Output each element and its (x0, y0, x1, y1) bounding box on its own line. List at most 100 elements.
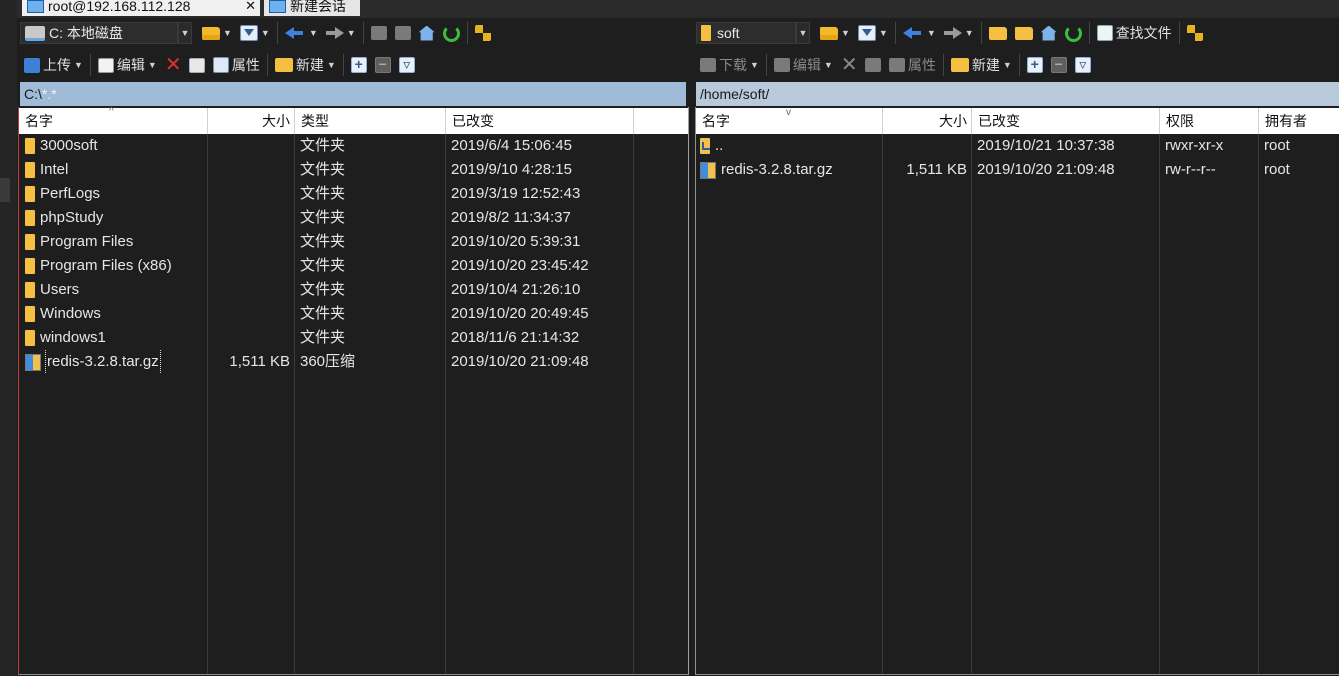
new-button[interactable]: 新建 ▼ (271, 53, 340, 77)
list-item[interactable]: phpStudy 文件夹 2019/8/2 11:34:37 (19, 206, 688, 230)
list-item[interactable]: redis-3.2.8.tar.gz 1,511 KB 360压缩 2019/10/2… (19, 350, 688, 374)
list-item[interactable]: .. 2019/10/21 10:37:38 rwxr-xr-x root (696, 134, 1339, 158)
properties-button[interactable]: 属性 (209, 53, 264, 77)
parent-dir-button[interactable] (985, 21, 1011, 45)
delete-button[interactable]: ✕ (161, 53, 185, 77)
list-item[interactable]: Windows 文件夹 2019/10/20 20:49:45 (19, 302, 688, 326)
file-name: Users (40, 281, 80, 298)
back-button[interactable]: ▼ (281, 21, 322, 45)
refresh-button[interactable] (1061, 21, 1086, 45)
back-button[interactable]: ▼ (899, 21, 940, 45)
remote-folder-dropdown-button[interactable]: ▼ (796, 22, 810, 44)
select-all-button[interactable]: + (1023, 53, 1047, 77)
root-dir-button[interactable] (391, 21, 415, 45)
column-header-permissions[interactable]: 权限 (1160, 108, 1259, 134)
chevron-down-icon: ▼ (841, 28, 850, 38)
bookmarks-button[interactable] (1183, 21, 1207, 45)
edit-button[interactable]: 编辑 ▼ (770, 53, 837, 77)
forward-button[interactable]: ▼ (322, 21, 360, 45)
upload-button[interactable]: 上传 ▼ (20, 53, 87, 77)
select-all-button[interactable]: + (347, 53, 371, 77)
rename-button[interactable] (185, 53, 209, 77)
local-file-list[interactable]: 名字 ^ 大小 类型 已改变 3000soft 文件夹 2019/6/4 15:06:… (18, 106, 689, 675)
column-header-size[interactable]: 大小 (883, 108, 972, 134)
remote-path: /home/soft/ (700, 86, 770, 102)
list-item[interactable]: 3000soft 文件夹 2019/6/4 15:06:45 (19, 134, 688, 158)
refresh-button[interactable] (439, 21, 464, 45)
remote-file-list[interactable]: 名字 v 大小 已改变 权限 拥有者 .. 2019/10/21 10:37:38 r… (695, 107, 1339, 675)
column-header-owner[interactable]: 拥有者 (1259, 108, 1339, 134)
close-icon[interactable]: ✕ (245, 0, 256, 14)
rename-icon (864, 58, 881, 72)
local-path-bar[interactable]: C:\*.* (20, 82, 686, 106)
list-item[interactable]: PerfLogs 文件夹 2019/3/19 12:52:43 (19, 182, 688, 206)
tab-session-root[interactable]: root@192.168.112.128 ✕ (22, 0, 260, 16)
list-item[interactable]: Intel 文件夹 2019/9/10 4:28:15 (19, 158, 688, 182)
open-folder-button[interactable]: ▼ (198, 21, 236, 45)
chevron-down-icon: ▼ (260, 28, 270, 38)
tab-new-session[interactable]: 新建会话 (264, 0, 360, 16)
local-list-header: 名字 ^ 大小 类型 已改变 (19, 106, 688, 134)
list-item[interactable]: Users 文件夹 2019/10/4 21:26:10 (19, 278, 688, 302)
column-header-name[interactable]: 名字 ^ (19, 106, 208, 134)
folder-icon (25, 234, 35, 250)
list-item[interactable]: Program Files 文件夹 2019/10/20 5:39:31 (19, 230, 688, 254)
filter-button[interactable]: ▼ (854, 21, 892, 45)
file-name: phpStudy (40, 209, 104, 226)
remote-path-bar[interactable]: /home/soft/ (696, 82, 1339, 106)
deselect-button[interactable]: − (371, 53, 395, 77)
invert-selection-button[interactable]: ▿ (395, 53, 419, 77)
bookmarks-button[interactable] (471, 21, 495, 45)
column-header-modified[interactable]: 已改变 (972, 108, 1160, 134)
forward-button[interactable]: ▼ (940, 21, 978, 45)
column-header-name[interactable]: 名字 v (696, 107, 883, 134)
left-file-toolbar: 上传 ▼ 编辑 ▼ ✕ 属性 新建 ▼ + − ▿ (20, 51, 496, 79)
file-name-cell: .. (696, 134, 882, 158)
filter-button[interactable]: ▼ (236, 21, 274, 45)
list-item[interactable]: Program Files (x86) 文件夹 2019/10/20 23:45:4… (19, 254, 688, 278)
drive-select[interactable]: C: 本地磁盘 (20, 22, 178, 44)
left-edge-strip (0, 0, 17, 676)
column-divider (882, 134, 883, 674)
folder-icon (25, 210, 35, 226)
file-type: 文件夹 (300, 257, 346, 274)
home-button[interactable] (1037, 21, 1061, 45)
refresh-icon (1064, 24, 1082, 42)
column-modified-label: 已改变 (978, 113, 1020, 129)
invert-selection-button[interactable]: ▿ (1071, 53, 1095, 77)
new-button[interactable]: 新建 ▼ (947, 53, 1016, 77)
list-item[interactable]: redis-3.2.8.tar.gz 1,511 KB 2019/10/20 21:… (696, 158, 1339, 182)
chevron-down-icon: ▼ (223, 28, 232, 38)
rename-button[interactable] (861, 53, 885, 77)
find-files-button[interactable]: 查找文件 (1093, 21, 1176, 45)
find-files-label: 查找文件 (1115, 25, 1172, 41)
minus-icon: − (374, 57, 391, 73)
root-dir-button[interactable] (1011, 21, 1037, 45)
parent-dir-button[interactable] (367, 21, 391, 45)
file-name: windows1 (40, 329, 106, 346)
open-folder-button[interactable]: ▼ (816, 21, 854, 45)
download-icon (700, 58, 716, 72)
file-name-cell: Program Files (19, 230, 207, 254)
file-name-cell: Intel (19, 158, 207, 182)
deselect-button[interactable]: − (1047, 53, 1071, 77)
column-header-type[interactable]: 类型 (295, 108, 446, 134)
properties-button[interactable]: 属性 (885, 53, 940, 77)
file-name: 3000soft (40, 137, 98, 154)
toolbar-separator (266, 54, 268, 76)
drive-dropdown-button[interactable]: ▼ (178, 22, 192, 44)
column-header-size[interactable]: 大小 (208, 108, 295, 134)
list-item[interactable]: windows1 文件夹 2018/11/6 21:14:32 (19, 326, 688, 350)
edit-button[interactable]: 编辑 ▼ (94, 53, 161, 77)
download-button[interactable]: 下载 ▼ (696, 53, 763, 77)
file-type: 文件夹 (300, 281, 346, 298)
file-type: 文件夹 (300, 329, 346, 346)
column-header-modified[interactable]: 已改变 (446, 108, 634, 134)
remote-folder-select[interactable]: soft (696, 22, 796, 44)
home-button[interactable] (415, 21, 439, 45)
file-size: 1,511 KB (906, 161, 967, 178)
upload-label: 上传 (43, 57, 71, 73)
delete-button[interactable]: ✕ (837, 53, 861, 77)
right-file-toolbar: 下载 ▼ 编辑 ▼ ✕ 属性 新建 ▼ + − ▿ (696, 51, 1172, 79)
file-modified: 2019/9/10 4:28:15 (451, 161, 572, 178)
